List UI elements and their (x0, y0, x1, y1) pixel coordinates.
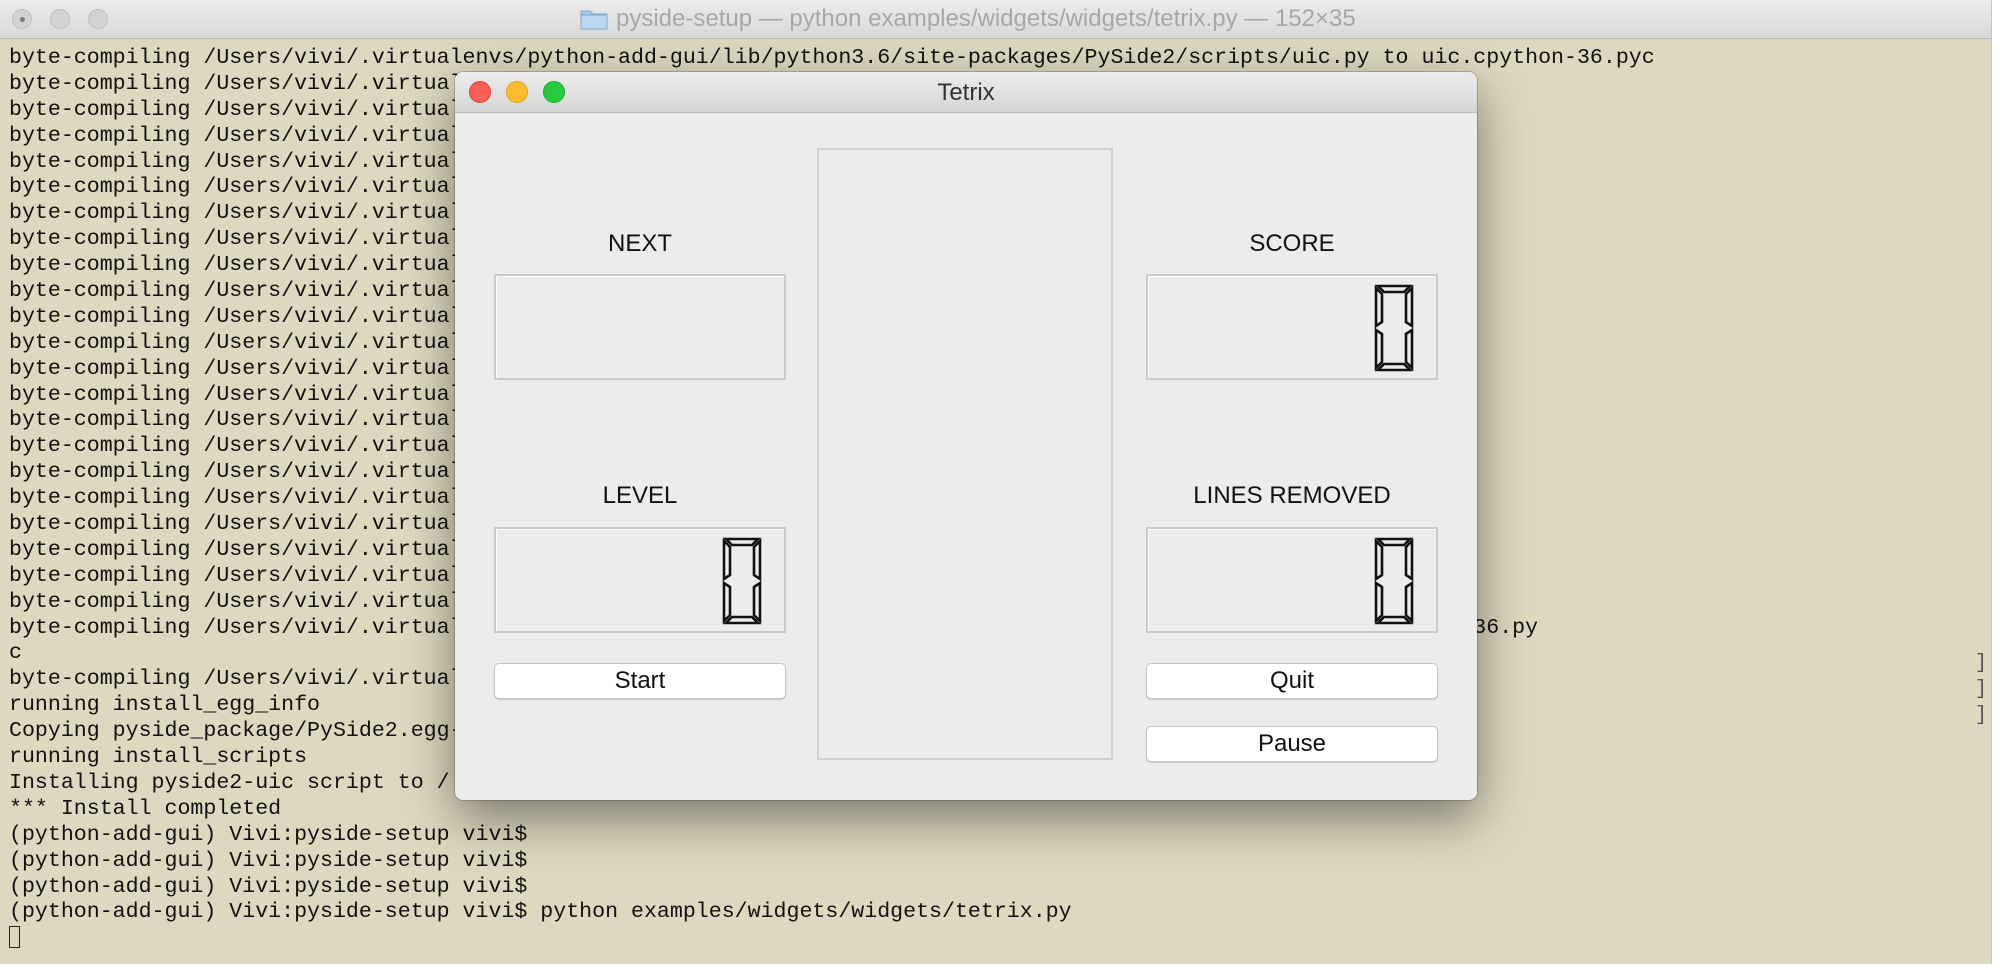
lcd-segment (722, 537, 732, 582)
terminal-prompt-line (9, 926, 1991, 952)
lcd-segment (752, 537, 762, 582)
cursor-block (9, 926, 20, 949)
lcd-segment (1374, 284, 1384, 329)
terminal-line: byte-compiling /Users/vivi/.virtualenvs/… (9, 46, 1655, 70)
lcd-segment (752, 580, 762, 625)
terminal-zoom-button[interactable] (88, 9, 108, 29)
lcd-segment (1374, 284, 1414, 294)
lines-removed-lcd-digit (1374, 537, 1414, 625)
level-label: LEVEL (602, 482, 678, 509)
lcd-segment (1374, 615, 1414, 625)
terminal-close-button[interactable] (12, 9, 32, 29)
terminal-mark: ] (1974, 704, 1987, 727)
terminal-line: *** Install completed (9, 796, 282, 821)
score-label: SCORE (1249, 230, 1335, 257)
lcd-segment (1374, 362, 1414, 372)
tetrix-window: Tetrix NEXT LEVEL Start SCORE LINES REMO… (455, 72, 1477, 800)
lcd-segment (722, 615, 762, 625)
lcd-segment (1404, 580, 1414, 625)
level-lcd (494, 527, 786, 633)
terminal-line: (python-add-gui) Vivi:pyside-setup vivi$ (9, 874, 528, 899)
lcd-segment (1404, 284, 1414, 329)
level-lcd-digit (722, 537, 762, 625)
lcd-segment (1374, 327, 1384, 372)
next-piece-display (494, 274, 786, 380)
terminal-minimize-button[interactable] (50, 9, 70, 29)
lcd-segment (1374, 537, 1384, 582)
tetrix-titlebar[interactable]: Tetrix (455, 72, 1477, 113)
lcd-segment (1404, 327, 1414, 372)
score-lcd (1146, 274, 1438, 380)
terminal-mark: ] (1974, 678, 1987, 701)
terminal-line: (python-add-gui) Vivi:pyside-setup vivi$ (9, 848, 528, 873)
lcd-segment (722, 580, 732, 625)
next-label: NEXT (607, 230, 672, 257)
tetrix-title: Tetrix (937, 79, 995, 106)
lcd-segment (1374, 537, 1414, 547)
lines-removed-label: LINES REMOVED (1193, 482, 1391, 509)
lcd-segment (1374, 580, 1384, 625)
score-lcd-digit (1374, 284, 1414, 372)
pause-button[interactable]: Pause (1146, 726, 1438, 762)
lcd-segment (1404, 537, 1414, 582)
terminal-mark: ] (1974, 652, 1987, 675)
quit-button[interactable]: Quit (1146, 663, 1438, 699)
folder-icon (580, 10, 608, 30)
terminal-title-text: pyside-setup — python examples/widgets/w… (616, 5, 1356, 32)
tetrix-board[interactable] (817, 148, 1113, 760)
terminal-title: pyside-setup — python examples/widgets/w… (580, 5, 1356, 32)
lcd-segment (722, 537, 762, 547)
terminal-titlebar[interactable]: pyside-setup — python examples/widgets/w… (0, 0, 1991, 39)
lines-removed-lcd (1146, 527, 1438, 633)
terminal-line: (python-add-gui) Vivi:pyside-setup vivi$… (9, 900, 1072, 925)
start-button[interactable]: Start (494, 663, 786, 699)
terminal-line: (python-add-gui) Vivi:pyside-setup vivi$ (9, 822, 528, 847)
